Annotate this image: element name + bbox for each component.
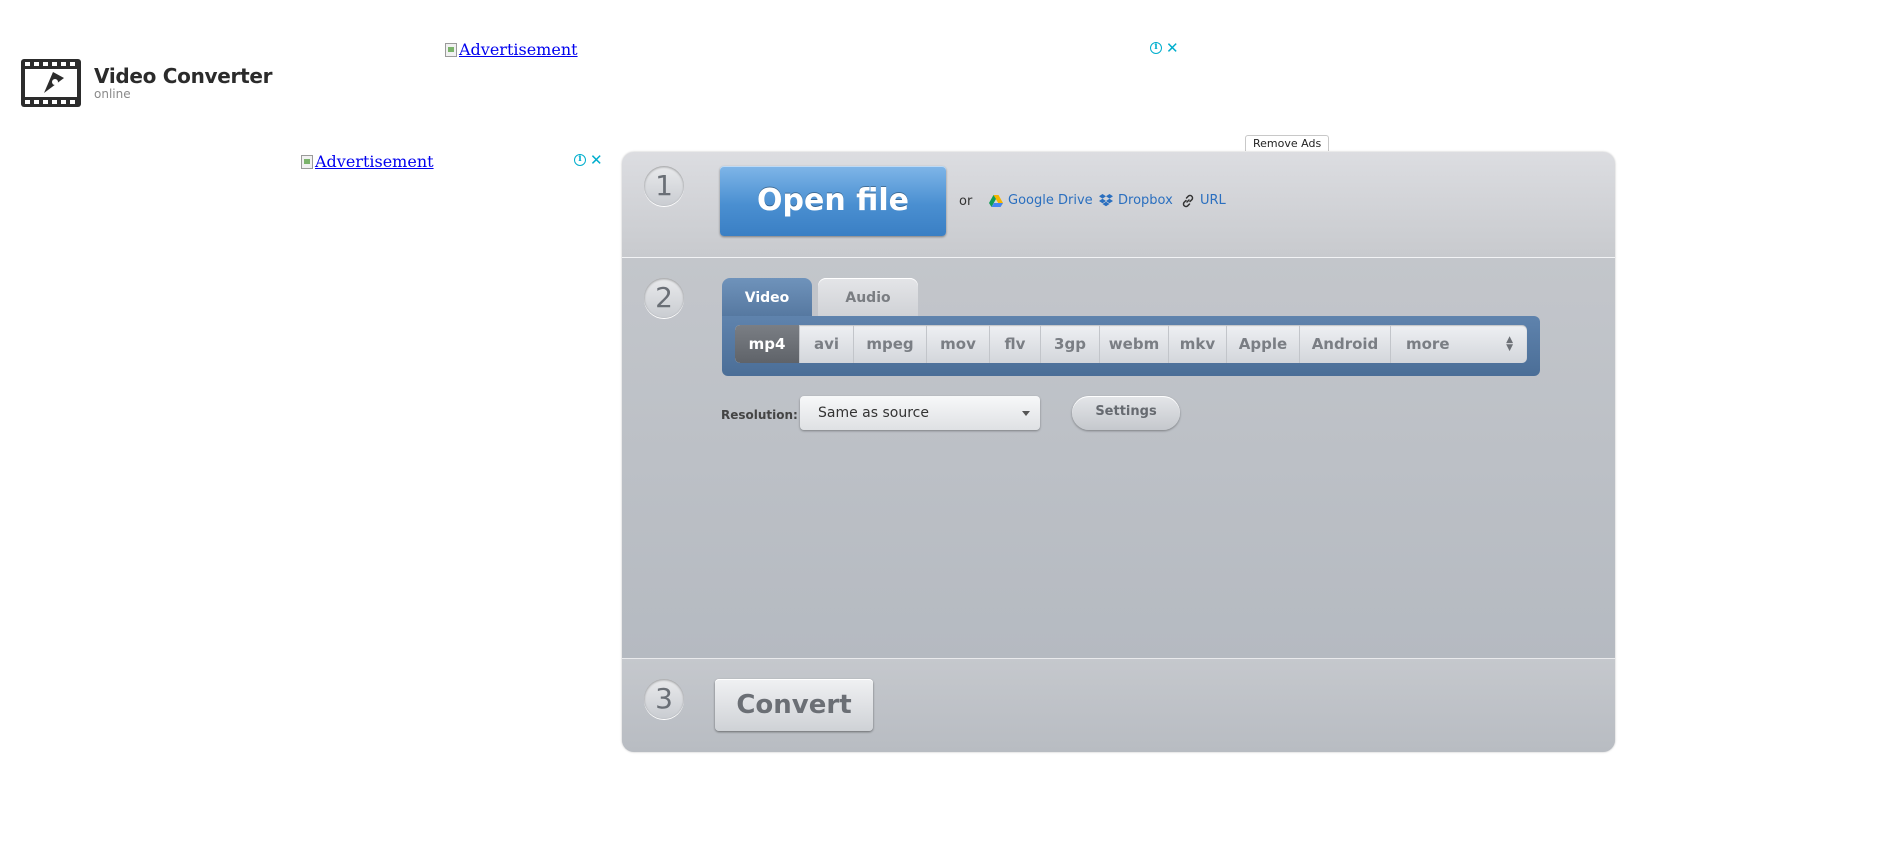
google-drive-icon xyxy=(989,194,1003,207)
updown-arrows-icon: ▲ ▼ xyxy=(1506,335,1513,353)
google-drive-label: Google Drive xyxy=(1008,193,1093,208)
broken-image-icon xyxy=(301,154,313,169)
step-open-file: 1 Open file or Google Drive Dropbox URL xyxy=(622,152,1615,258)
format-android[interactable]: Android xyxy=(1300,325,1391,363)
site-logo[interactable]: Video Converter online xyxy=(20,58,272,108)
format-mp4[interactable]: mp4 xyxy=(735,325,800,363)
ad-info-icon[interactable]: i xyxy=(574,154,586,166)
format-more-select[interactable]: more ▲ ▼ xyxy=(1391,325,1527,363)
side-advertisement-link[interactable]: Advertisement xyxy=(301,152,434,171)
url-label: URL xyxy=(1200,193,1226,208)
format-list: mp4 avi mpeg mov flv 3gp webm mkv Apple … xyxy=(735,325,1527,363)
url-link[interactable]: URL xyxy=(1181,193,1226,208)
or-label: or xyxy=(959,194,973,209)
format-more-label: more xyxy=(1406,335,1450,353)
convert-button[interactable]: Convert xyxy=(715,679,873,731)
film-play-logo-icon xyxy=(21,59,81,107)
remove-ads-button[interactable]: Remove Ads xyxy=(1245,135,1330,151)
chevron-down-icon xyxy=(1022,411,1030,416)
top-advertisement-link[interactable]: Advertisement xyxy=(445,40,578,59)
format-apple[interactable]: Apple xyxy=(1227,325,1300,363)
ad-close-icon[interactable]: ✕ xyxy=(1166,41,1179,56)
step-number-1: 1 xyxy=(644,166,684,206)
format-bar: mp4 avi mpeg mov flv 3gp webm mkv Apple … xyxy=(722,316,1540,376)
converter-panel: 1 Open file or Google Drive Dropbox URL … xyxy=(622,152,1615,752)
resolution-select[interactable]: Same as source xyxy=(800,396,1040,430)
format-mpeg[interactable]: mpeg xyxy=(854,325,927,363)
side-ad-choices[interactable]: i ✕ xyxy=(574,153,603,168)
tab-audio[interactable]: Audio xyxy=(818,278,918,318)
dropbox-link[interactable]: Dropbox xyxy=(1099,193,1173,208)
step-number-2: 2 xyxy=(644,278,684,318)
brand-title: Video Converter xyxy=(94,64,273,88)
brand-subtitle: online xyxy=(94,87,131,101)
tab-video[interactable]: Video xyxy=(722,278,812,318)
format-avi[interactable]: avi xyxy=(800,325,854,363)
step-number-3: 3 xyxy=(644,679,684,719)
dropbox-label: Dropbox xyxy=(1118,193,1173,208)
step-choose-format: 2 Audio Video mp4 avi mpeg mov flv 3gp w… xyxy=(622,258,1615,659)
format-webm[interactable]: webm xyxy=(1100,325,1169,363)
format-3gp[interactable]: 3gp xyxy=(1041,325,1100,363)
link-icon xyxy=(1182,194,1194,207)
resolution-value: Same as source xyxy=(818,405,929,421)
open-file-button[interactable]: Open file xyxy=(720,166,946,236)
step-convert: 3 Convert xyxy=(622,659,1615,752)
ad-close-icon[interactable]: ✕ xyxy=(590,153,603,168)
resolution-label: Resolution: xyxy=(721,408,798,422)
top-ad-choices[interactable]: i ✕ xyxy=(1150,41,1179,56)
format-mov[interactable]: mov xyxy=(927,325,990,363)
format-flv[interactable]: flv xyxy=(990,325,1041,363)
google-drive-link[interactable]: Google Drive xyxy=(989,193,1093,208)
side-ad-alt-text: Advertisement xyxy=(315,152,434,171)
ad-info-icon[interactable]: i xyxy=(1150,42,1162,54)
top-ad-alt-text: Advertisement xyxy=(459,40,578,59)
settings-button[interactable]: Settings xyxy=(1072,396,1180,430)
dropbox-icon xyxy=(1099,194,1113,207)
format-mkv[interactable]: mkv xyxy=(1169,325,1227,363)
broken-image-icon xyxy=(445,42,457,57)
